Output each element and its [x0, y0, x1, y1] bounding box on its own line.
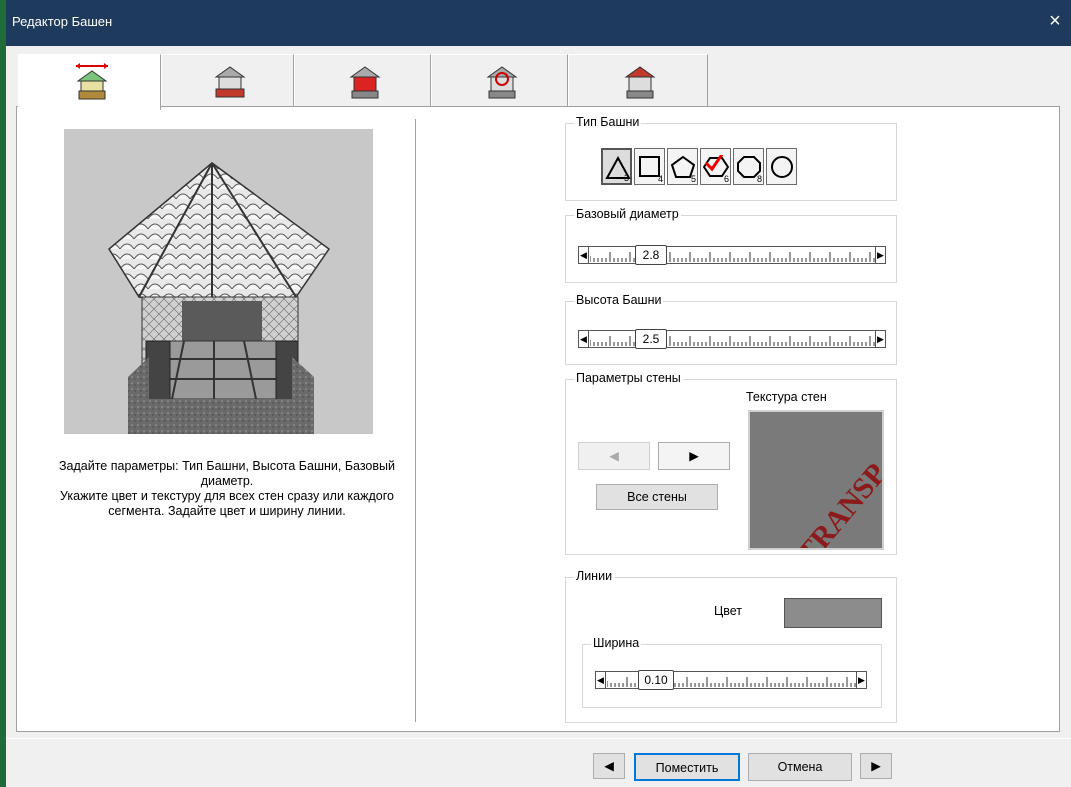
arrow-right-icon: ▶ [871, 759, 881, 773]
title-bar: Редактор Башен × [6, 0, 1071, 46]
line-width-value[interactable]: 0.10 [638, 670, 674, 690]
tab-tower-base[interactable] [161, 54, 294, 106]
prev-wall-button[interactable]: ◀ [578, 442, 650, 470]
type-octagon-button[interactable]: 8 [733, 148, 764, 185]
slider-left-arrow-icon[interactable]: ◀ [596, 672, 606, 688]
base-diameter-slider[interactable]: ◀ 2.8 ▶ [578, 245, 886, 265]
line-width-slider[interactable]: ◀ 0.10 ▶ [595, 670, 867, 690]
dialog-footer: ◀ Поместить Отмена ▶ [6, 738, 1071, 787]
tab-tower-rail[interactable] [431, 54, 568, 106]
tab-tower-walls[interactable] [294, 54, 431, 106]
circle-icon [771, 156, 793, 178]
type-triangle-button[interactable]: 3 [601, 148, 632, 185]
line-width-label: Ширина [591, 636, 642, 650]
sides-count: 3 [623, 173, 629, 183]
tab-tower-roof[interactable] [568, 54, 708, 106]
window-title: Редактор Башен [12, 14, 113, 29]
slider-right-arrow-icon[interactable]: ▶ [875, 247, 885, 263]
texture-text: TRANSP [791, 457, 882, 548]
slider-left-arrow-icon[interactable]: ◀ [579, 247, 589, 263]
transp-texture-icon: TRANSP [791, 457, 882, 548]
slider-right-arrow-icon[interactable]: ▶ [856, 672, 866, 688]
wall-params-group: Параметры стены Текстура стен ◀ ▶ Все ст… [565, 371, 897, 555]
wall-texture-label: Текстура стен [746, 390, 827, 404]
close-icon[interactable]: × [1043, 9, 1067, 33]
place-button[interactable]: Поместить [634, 753, 740, 781]
slider-ticks [590, 252, 875, 262]
tower-height-group: Высота Башни ◀ 2.5 ▶ [565, 293, 897, 365]
tower-height-value[interactable]: 2.5 [635, 329, 667, 349]
slider-ticks [590, 336, 875, 346]
slider-right-arrow-icon[interactable]: ▶ [875, 331, 885, 347]
type-pentagon-button[interactable]: 5 [667, 148, 698, 185]
base-diameter-label: Базовый диаметр [574, 207, 681, 221]
all-walls-button[interactable]: Все стены [596, 484, 718, 510]
tower-height-label: Высота Башни [574, 293, 664, 307]
arrow-right-icon: ▶ [689, 449, 699, 463]
tower-rail-icon [485, 66, 518, 99]
lines-group: Линии Цвет Ширина ◀ 0.10 ▶ [565, 569, 897, 723]
sides-count: 4 [657, 174, 663, 184]
tower-editor-window: Редактор Башен × Задайте параметры: Тип … [6, 0, 1071, 787]
tab-panel: Задайте параметры: Тип Башни, Высота Баш… [16, 106, 1060, 732]
wall-texture-swatch[interactable]: TRANSP [748, 410, 884, 550]
line-color-label: Цвет [714, 604, 743, 618]
arrow-left-icon: ◀ [604, 759, 614, 773]
line-color-swatch[interactable] [784, 598, 882, 628]
tower-roof-icon [624, 66, 656, 99]
prev-page-button[interactable]: ◀ [593, 753, 625, 779]
wall-params-label: Параметры стены [574, 371, 683, 385]
next-page-button[interactable]: ▶ [860, 753, 892, 779]
tower-height-slider[interactable]: ◀ 2.5 ▶ [578, 329, 886, 349]
tower-base-icon [213, 66, 246, 98]
sides-count: 5 [690, 174, 696, 184]
tower-preview-image [64, 129, 373, 434]
tower-type-group: Тип Башни 3 4 5 6 8 [565, 115, 897, 201]
cancel-button[interactable]: Отмена [748, 753, 852, 781]
tower-type-label: Тип Башни [574, 115, 642, 129]
lines-label: Линии [574, 569, 615, 583]
tower-size-icon [75, 63, 108, 100]
slider-left-arrow-icon[interactable]: ◀ [579, 331, 589, 347]
base-diameter-value[interactable]: 2.8 [635, 245, 667, 265]
vertical-divider [415, 119, 416, 722]
instructions-text: Задайте параметры: Тип Башни, Высота Баш… [58, 459, 395, 518]
sides-count: 6 [723, 174, 729, 184]
arrow-left-icon: ◀ [609, 449, 619, 463]
type-square-button[interactable]: 4 [634, 148, 665, 185]
sides-count: 8 [756, 174, 762, 184]
base-diameter-group: Базовый диаметр ◀ 2.8 ▶ [565, 207, 897, 283]
line-width-group: Ширина ◀ 0.10 ▶ [582, 636, 882, 708]
tower-walls-icon [348, 66, 381, 99]
type-circle-button[interactable] [766, 148, 797, 185]
type-hexagon-button[interactable]: 6 [700, 148, 731, 185]
tab-tower-size[interactable] [18, 54, 161, 110]
next-wall-button[interactable]: ▶ [658, 442, 730, 470]
